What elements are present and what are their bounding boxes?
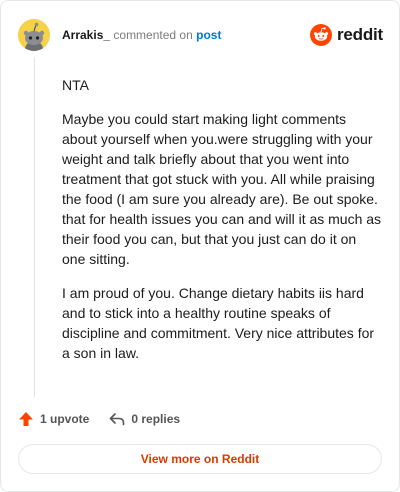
comment-paragraph: Maybe you could start making light comme… — [62, 111, 382, 267]
post-link[interactable]: post — [196, 28, 221, 42]
username-link[interactable]: Arrakis_ — [62, 28, 110, 42]
replies-count: 0 replies — [131, 412, 181, 426]
comment-embed-card: Arrakis_ commented on post reddit NTA Ma… — [0, 0, 400, 492]
reddit-logo[interactable]: reddit — [309, 24, 383, 46]
snoo-avatar-icon — [18, 19, 50, 51]
upvote-arrow-icon — [19, 412, 33, 426]
comment-paragraph: I am proud of you. Change dietary habits… — [62, 285, 375, 361]
upvote-button[interactable]: 1 upvote — [18, 411, 89, 427]
upvote-count: 1 upvote — [40, 412, 90, 426]
comment-meta: Arrakis_ commented on post — [62, 27, 221, 43]
thread-line — [34, 57, 35, 397]
user-avatar[interactable] — [18, 19, 50, 51]
comment-header: Arrakis_ commented on post reddit — [18, 17, 383, 53]
comment-body: NTA Maybe you could start making light c… — [62, 75, 382, 377]
comment-paragraph: NTA — [62, 77, 89, 93]
replies-button[interactable]: 0 replies — [109, 411, 180, 427]
reply-arrow-icon — [110, 413, 125, 426]
reddit-snoo-icon — [309, 24, 332, 46]
action-text: commented on — [113, 28, 193, 42]
reddit-wordmark: reddit — [336, 25, 383, 44]
comment-actions: 1 upvote 0 replies — [18, 411, 200, 427]
view-more-button[interactable]: View more on Reddit — [18, 444, 382, 474]
